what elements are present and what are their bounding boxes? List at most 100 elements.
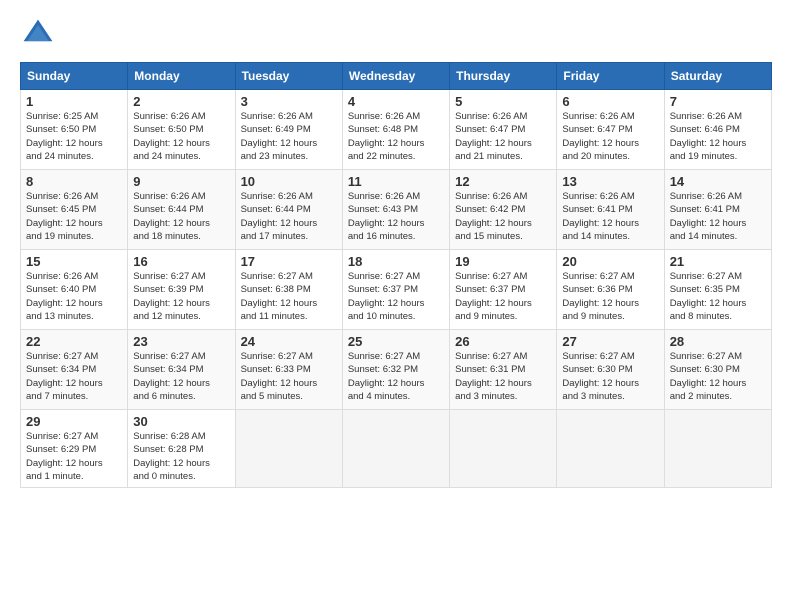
- calendar-cell: 6 Sunrise: 6:26 AMSunset: 6:47 PMDayligh…: [557, 90, 664, 170]
- day-number: 8: [26, 174, 122, 189]
- calendar-week-row: 22 Sunrise: 6:27 AMSunset: 6:34 PMDaylig…: [21, 330, 772, 410]
- day-number: 17: [241, 254, 337, 269]
- calendar-cell: 19 Sunrise: 6:27 AMSunset: 6:37 PMDaylig…: [450, 250, 557, 330]
- day-info: Sunrise: 6:27 AMSunset: 6:37 PMDaylight:…: [348, 270, 444, 323]
- calendar-cell: 7 Sunrise: 6:26 AMSunset: 6:46 PMDayligh…: [664, 90, 771, 170]
- day-number: 2: [133, 94, 229, 109]
- day-header-wednesday: Wednesday: [342, 63, 449, 90]
- day-number: 12: [455, 174, 551, 189]
- calendar-cell: [557, 410, 664, 488]
- day-info: Sunrise: 6:27 AMSunset: 6:34 PMDaylight:…: [26, 350, 122, 403]
- calendar-cell: 30 Sunrise: 6:28 AMSunset: 6:28 PMDaylig…: [128, 410, 235, 488]
- day-number: 20: [562, 254, 658, 269]
- calendar-cell: 20 Sunrise: 6:27 AMSunset: 6:36 PMDaylig…: [557, 250, 664, 330]
- day-number: 23: [133, 334, 229, 349]
- day-info: Sunrise: 6:27 AMSunset: 6:29 PMDaylight:…: [26, 430, 122, 483]
- day-info: Sunrise: 6:27 AMSunset: 6:35 PMDaylight:…: [670, 270, 766, 323]
- calendar-header-row: SundayMondayTuesdayWednesdayThursdayFrid…: [21, 63, 772, 90]
- day-header-sunday: Sunday: [21, 63, 128, 90]
- calendar-week-row: 15 Sunrise: 6:26 AMSunset: 6:40 PMDaylig…: [21, 250, 772, 330]
- calendar-cell: 3 Sunrise: 6:26 AMSunset: 6:49 PMDayligh…: [235, 90, 342, 170]
- day-number: 10: [241, 174, 337, 189]
- calendar-cell: 5 Sunrise: 6:26 AMSunset: 6:47 PMDayligh…: [450, 90, 557, 170]
- day-number: 27: [562, 334, 658, 349]
- day-header-monday: Monday: [128, 63, 235, 90]
- day-info: Sunrise: 6:26 AMSunset: 6:48 PMDaylight:…: [348, 110, 444, 163]
- calendar-week-row: 29 Sunrise: 6:27 AMSunset: 6:29 PMDaylig…: [21, 410, 772, 488]
- day-number: 16: [133, 254, 229, 269]
- day-info: Sunrise: 6:26 AMSunset: 6:43 PMDaylight:…: [348, 190, 444, 243]
- day-info: Sunrise: 6:26 AMSunset: 6:47 PMDaylight:…: [455, 110, 551, 163]
- day-info: Sunrise: 6:27 AMSunset: 6:37 PMDaylight:…: [455, 270, 551, 323]
- calendar-cell: 13 Sunrise: 6:26 AMSunset: 6:41 PMDaylig…: [557, 170, 664, 250]
- day-info: Sunrise: 6:27 AMSunset: 6:32 PMDaylight:…: [348, 350, 444, 403]
- day-number: 11: [348, 174, 444, 189]
- day-info: Sunrise: 6:27 AMSunset: 6:39 PMDaylight:…: [133, 270, 229, 323]
- day-info: Sunrise: 6:26 AMSunset: 6:41 PMDaylight:…: [562, 190, 658, 243]
- day-number: 4: [348, 94, 444, 109]
- day-number: 30: [133, 414, 229, 429]
- day-header-saturday: Saturday: [664, 63, 771, 90]
- day-info: Sunrise: 6:26 AMSunset: 6:45 PMDaylight:…: [26, 190, 122, 243]
- day-number: 13: [562, 174, 658, 189]
- calendar-week-row: 8 Sunrise: 6:26 AMSunset: 6:45 PMDayligh…: [21, 170, 772, 250]
- calendar-cell: 22 Sunrise: 6:27 AMSunset: 6:34 PMDaylig…: [21, 330, 128, 410]
- day-info: Sunrise: 6:27 AMSunset: 6:30 PMDaylight:…: [670, 350, 766, 403]
- day-info: Sunrise: 6:27 AMSunset: 6:34 PMDaylight:…: [133, 350, 229, 403]
- day-info: Sunrise: 6:26 AMSunset: 6:50 PMDaylight:…: [133, 110, 229, 163]
- day-number: 6: [562, 94, 658, 109]
- day-number: 3: [241, 94, 337, 109]
- day-info: Sunrise: 6:26 AMSunset: 6:40 PMDaylight:…: [26, 270, 122, 323]
- day-info: Sunrise: 6:26 AMSunset: 6:44 PMDaylight:…: [241, 190, 337, 243]
- calendar-cell: 27 Sunrise: 6:27 AMSunset: 6:30 PMDaylig…: [557, 330, 664, 410]
- day-info: Sunrise: 6:27 AMSunset: 6:38 PMDaylight:…: [241, 270, 337, 323]
- day-number: 22: [26, 334, 122, 349]
- calendar-cell: [342, 410, 449, 488]
- calendar-cell: 16 Sunrise: 6:27 AMSunset: 6:39 PMDaylig…: [128, 250, 235, 330]
- day-number: 24: [241, 334, 337, 349]
- day-info: Sunrise: 6:27 AMSunset: 6:31 PMDaylight:…: [455, 350, 551, 403]
- calendar-cell: 21 Sunrise: 6:27 AMSunset: 6:35 PMDaylig…: [664, 250, 771, 330]
- day-number: 15: [26, 254, 122, 269]
- calendar-cell: 23 Sunrise: 6:27 AMSunset: 6:34 PMDaylig…: [128, 330, 235, 410]
- calendar-cell: [235, 410, 342, 488]
- day-info: Sunrise: 6:27 AMSunset: 6:30 PMDaylight:…: [562, 350, 658, 403]
- calendar-cell: 8 Sunrise: 6:26 AMSunset: 6:45 PMDayligh…: [21, 170, 128, 250]
- day-header-thursday: Thursday: [450, 63, 557, 90]
- day-number: 25: [348, 334, 444, 349]
- calendar-cell: 24 Sunrise: 6:27 AMSunset: 6:33 PMDaylig…: [235, 330, 342, 410]
- calendar-cell: 29 Sunrise: 6:27 AMSunset: 6:29 PMDaylig…: [21, 410, 128, 488]
- calendar-cell: 14 Sunrise: 6:26 AMSunset: 6:41 PMDaylig…: [664, 170, 771, 250]
- calendar-cell: 9 Sunrise: 6:26 AMSunset: 6:44 PMDayligh…: [128, 170, 235, 250]
- day-info: Sunrise: 6:27 AMSunset: 6:33 PMDaylight:…: [241, 350, 337, 403]
- calendar-cell: 11 Sunrise: 6:26 AMSunset: 6:43 PMDaylig…: [342, 170, 449, 250]
- day-number: 19: [455, 254, 551, 269]
- day-info: Sunrise: 6:26 AMSunset: 6:44 PMDaylight:…: [133, 190, 229, 243]
- page-container: SundayMondayTuesdayWednesdayThursdayFrid…: [0, 0, 792, 500]
- day-info: Sunrise: 6:26 AMSunset: 6:46 PMDaylight:…: [670, 110, 766, 163]
- calendar-cell: 18 Sunrise: 6:27 AMSunset: 6:37 PMDaylig…: [342, 250, 449, 330]
- day-number: 21: [670, 254, 766, 269]
- day-header-friday: Friday: [557, 63, 664, 90]
- day-number: 5: [455, 94, 551, 109]
- calendar-cell: 10 Sunrise: 6:26 AMSunset: 6:44 PMDaylig…: [235, 170, 342, 250]
- day-info: Sunrise: 6:26 AMSunset: 6:47 PMDaylight:…: [562, 110, 658, 163]
- calendar-cell: 17 Sunrise: 6:27 AMSunset: 6:38 PMDaylig…: [235, 250, 342, 330]
- day-info: Sunrise: 6:28 AMSunset: 6:28 PMDaylight:…: [133, 430, 229, 483]
- calendar-cell: 25 Sunrise: 6:27 AMSunset: 6:32 PMDaylig…: [342, 330, 449, 410]
- calendar-cell: 26 Sunrise: 6:27 AMSunset: 6:31 PMDaylig…: [450, 330, 557, 410]
- day-info: Sunrise: 6:26 AMSunset: 6:42 PMDaylight:…: [455, 190, 551, 243]
- day-number: 1: [26, 94, 122, 109]
- day-number: 18: [348, 254, 444, 269]
- calendar-table: SundayMondayTuesdayWednesdayThursdayFrid…: [20, 62, 772, 488]
- calendar-cell: [450, 410, 557, 488]
- day-header-tuesday: Tuesday: [235, 63, 342, 90]
- calendar-cell: 2 Sunrise: 6:26 AMSunset: 6:50 PMDayligh…: [128, 90, 235, 170]
- header: [20, 16, 772, 52]
- calendar-cell: 12 Sunrise: 6:26 AMSunset: 6:42 PMDaylig…: [450, 170, 557, 250]
- day-number: 7: [670, 94, 766, 109]
- calendar-cell: 15 Sunrise: 6:26 AMSunset: 6:40 PMDaylig…: [21, 250, 128, 330]
- calendar-cell: [664, 410, 771, 488]
- calendar-week-row: 1 Sunrise: 6:25 AMSunset: 6:50 PMDayligh…: [21, 90, 772, 170]
- logo: [20, 16, 60, 52]
